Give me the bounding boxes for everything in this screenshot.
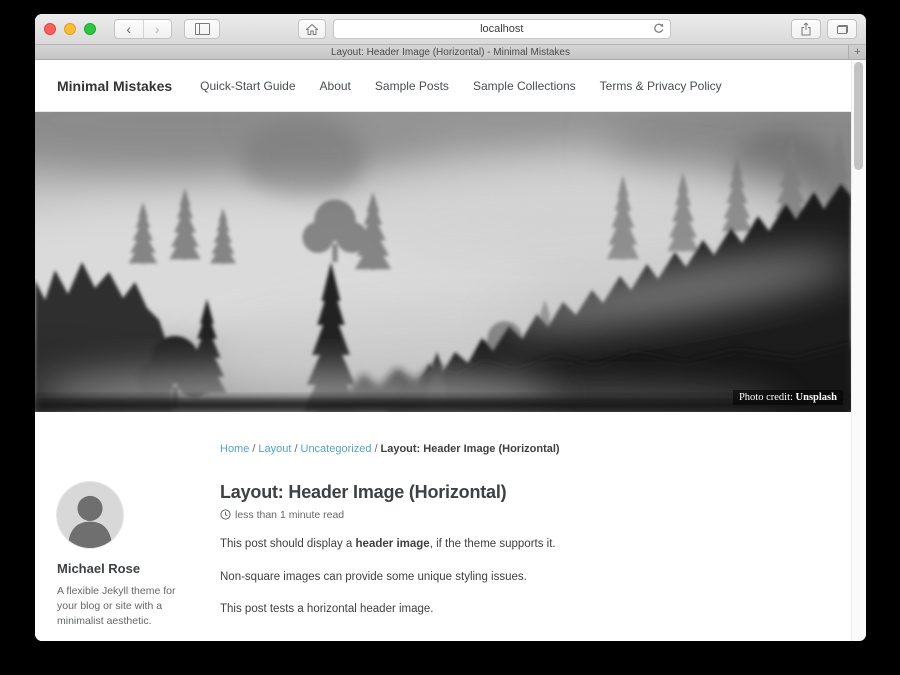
forward-button[interactable]: › [143,20,172,38]
page: Minimal Mistakes Quick-Start Guide About… [35,60,851,641]
url-text: localhost [480,23,523,35]
tabs-overview-icon [837,25,848,34]
window-controls [44,23,104,35]
nav-item-sample-collections[interactable]: Sample Collections [473,79,576,93]
back-button[interactable]: ‹ [115,20,143,38]
tab-active[interactable]: Layout: Header Image (Horizontal) - Mini… [331,47,570,58]
sidebar-toggle-button[interactable] [184,19,220,39]
clock-icon [220,509,231,520]
show-all-tabs-button[interactable] [827,19,857,39]
photo-credit-label: Photo credit: [739,392,796,403]
paragraph-2: Non-square images can provide some uniqu… [220,569,791,587]
paragraph-1-text: This post should display a [220,538,356,550]
page-title: Layout: Header Image (Horizontal) [220,482,791,503]
share-button[interactable] [791,19,821,39]
nav-item-quick-start-guide[interactable]: Quick-Start Guide [200,79,295,93]
post-meta: less than 1 minute read [220,509,791,521]
nav-item-about[interactable]: About [320,79,351,93]
close-window-button[interactable] [44,23,56,35]
plus-icon: + [854,46,860,58]
new-tab-button[interactable]: + [848,45,866,59]
paragraph-1-bold: header image [356,538,430,550]
scrollbar-track[interactable] [851,60,866,641]
article: Layout: Header Image (Horizontal) less t… [220,482,851,641]
photo-credit-source-link[interactable]: Unsplash [796,392,837,403]
read-time: less than 1 minute read [235,509,344,521]
site-title-link[interactable]: Minimal Mistakes [57,78,172,94]
main-row: Michael Rose A flexible Jekyll theme for… [35,482,851,641]
reload-icon [652,22,665,35]
paragraph-1-text: , if the theme supports it. [430,538,556,550]
page-content: Minimal Mistakes Quick-Start Guide About… [35,60,866,641]
header-image: Photo credit: Unsplash [35,112,851,412]
tab-bar: Layout: Header Image (Horizontal) - Mini… [35,45,866,60]
history-nav-group: ‹ › [114,19,172,39]
foggy-forest-photo [35,112,851,412]
nav-item-terms-privacy-policy[interactable]: Terms & Privacy Policy [600,79,722,93]
home-button[interactable] [298,19,326,39]
avatar [57,482,123,548]
paragraph-3: This post tests a horizontal header imag… [220,601,791,619]
photo-credit: Photo credit: Unsplash [733,390,843,405]
nav-item-sample-posts[interactable]: Sample Posts [375,79,449,93]
scrollbar-thumb[interactable] [854,62,863,170]
masthead: Minimal Mistakes Quick-Start Guide About… [35,60,851,112]
home-icon [306,24,318,35]
breadcrumb-uncategorized-link[interactable]: Uncategorized [301,443,372,455]
breadcrumb-separator: / [252,443,255,455]
paragraph-1: This post should display a header image,… [220,536,791,554]
author-name: Michael Rose [57,561,220,576]
reload-button[interactable] [652,22,665,38]
share-icon [800,22,812,36]
primary-nav: Quick-Start Guide About Sample Posts Sam… [200,79,746,93]
browser-toolbar: ‹ › localhost [35,14,866,45]
author-bio: A flexible Jekyll theme for your blog or… [57,584,220,630]
browser-window: ‹ › localhost Layout: Header Image (Hori… [35,14,866,641]
sidebar-icon [195,23,210,35]
forward-icon: › [155,21,160,37]
minimize-window-button[interactable] [64,23,76,35]
breadcrumb-separator: / [374,443,377,455]
zoom-window-button[interactable] [84,23,96,35]
breadcrumb: Home/Layout/Uncategorized/Layout: Header… [220,443,851,455]
breadcrumb-separator: / [294,443,297,455]
author-sidebar: Michael Rose A flexible Jekyll theme for… [35,482,220,641]
breadcrumb-home-link[interactable]: Home [220,443,249,455]
avatar-placeholder-icon [57,482,123,548]
address-bar[interactable]: localhost [333,19,671,39]
back-icon: ‹ [126,21,131,37]
breadcrumb-layout-link[interactable]: Layout [258,443,291,455]
breadcrumb-current: Layout: Header Image (Horizontal) [381,443,560,455]
